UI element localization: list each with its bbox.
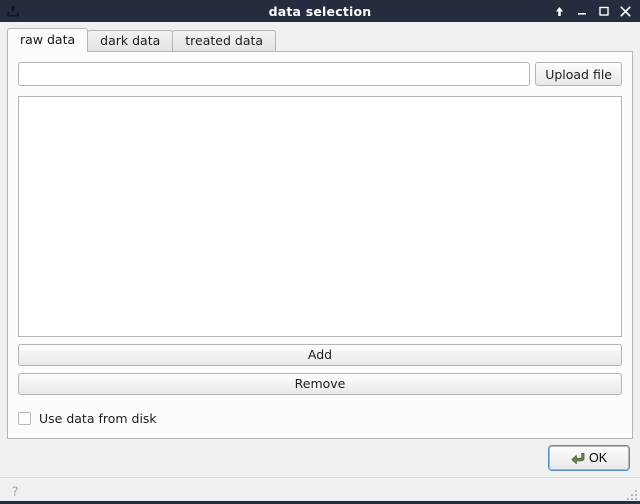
upload-row: Upload file	[18, 62, 622, 86]
use-data-from-disk-label: Use data from disk	[39, 410, 157, 426]
title-bar: data selection	[0, 0, 640, 22]
tab-treated-data[interactable]: treated data	[172, 30, 277, 51]
file-path-input[interactable]	[18, 62, 531, 86]
maximize-button[interactable]	[597, 4, 610, 18]
ok-button[interactable]: OK	[549, 446, 629, 470]
enter-return-arrow-icon	[571, 451, 587, 465]
window-controls	[553, 4, 632, 18]
tab-dark-data-label: dark data	[100, 33, 161, 48]
use-data-from-disk-checkbox[interactable]	[18, 411, 31, 425]
remove-button[interactable]: Remove	[18, 373, 622, 395]
action-bar: OK	[0, 439, 640, 477]
status-bar: ?	[0, 477, 640, 504]
file-list-box[interactable]	[18, 96, 622, 337]
question-mark-help-icon[interactable]: ?	[9, 483, 23, 499]
tab-panel-raw-data: Upload file Add Remove Use data from dis…	[7, 51, 633, 439]
dialog-window: data selection raw data dark data treate…	[0, 0, 640, 504]
resize-grip-icon[interactable]	[624, 487, 637, 500]
ok-button-label: OK	[588, 451, 608, 465]
upload-tray-icon	[5, 3, 21, 19]
tab-raw-data[interactable]: raw data	[7, 28, 89, 52]
tab-dark-data[interactable]: dark data	[87, 30, 174, 51]
window-title: data selection	[268, 3, 372, 19]
use-data-from-disk-row[interactable]: Use data from disk	[18, 408, 622, 428]
add-button[interactable]: Add	[18, 344, 622, 366]
close-button[interactable]	[619, 4, 632, 18]
minimize-button[interactable]	[575, 4, 588, 18]
shade-button[interactable]	[553, 4, 566, 18]
tab-strip: raw data dark data treated data	[7, 28, 640, 52]
tab-treated-data-label: treated data	[185, 33, 264, 48]
tab-raw-data-label: raw data	[20, 32, 76, 47]
svg-text:?: ?	[12, 485, 18, 499]
upload-file-button[interactable]: Upload file	[535, 62, 622, 86]
